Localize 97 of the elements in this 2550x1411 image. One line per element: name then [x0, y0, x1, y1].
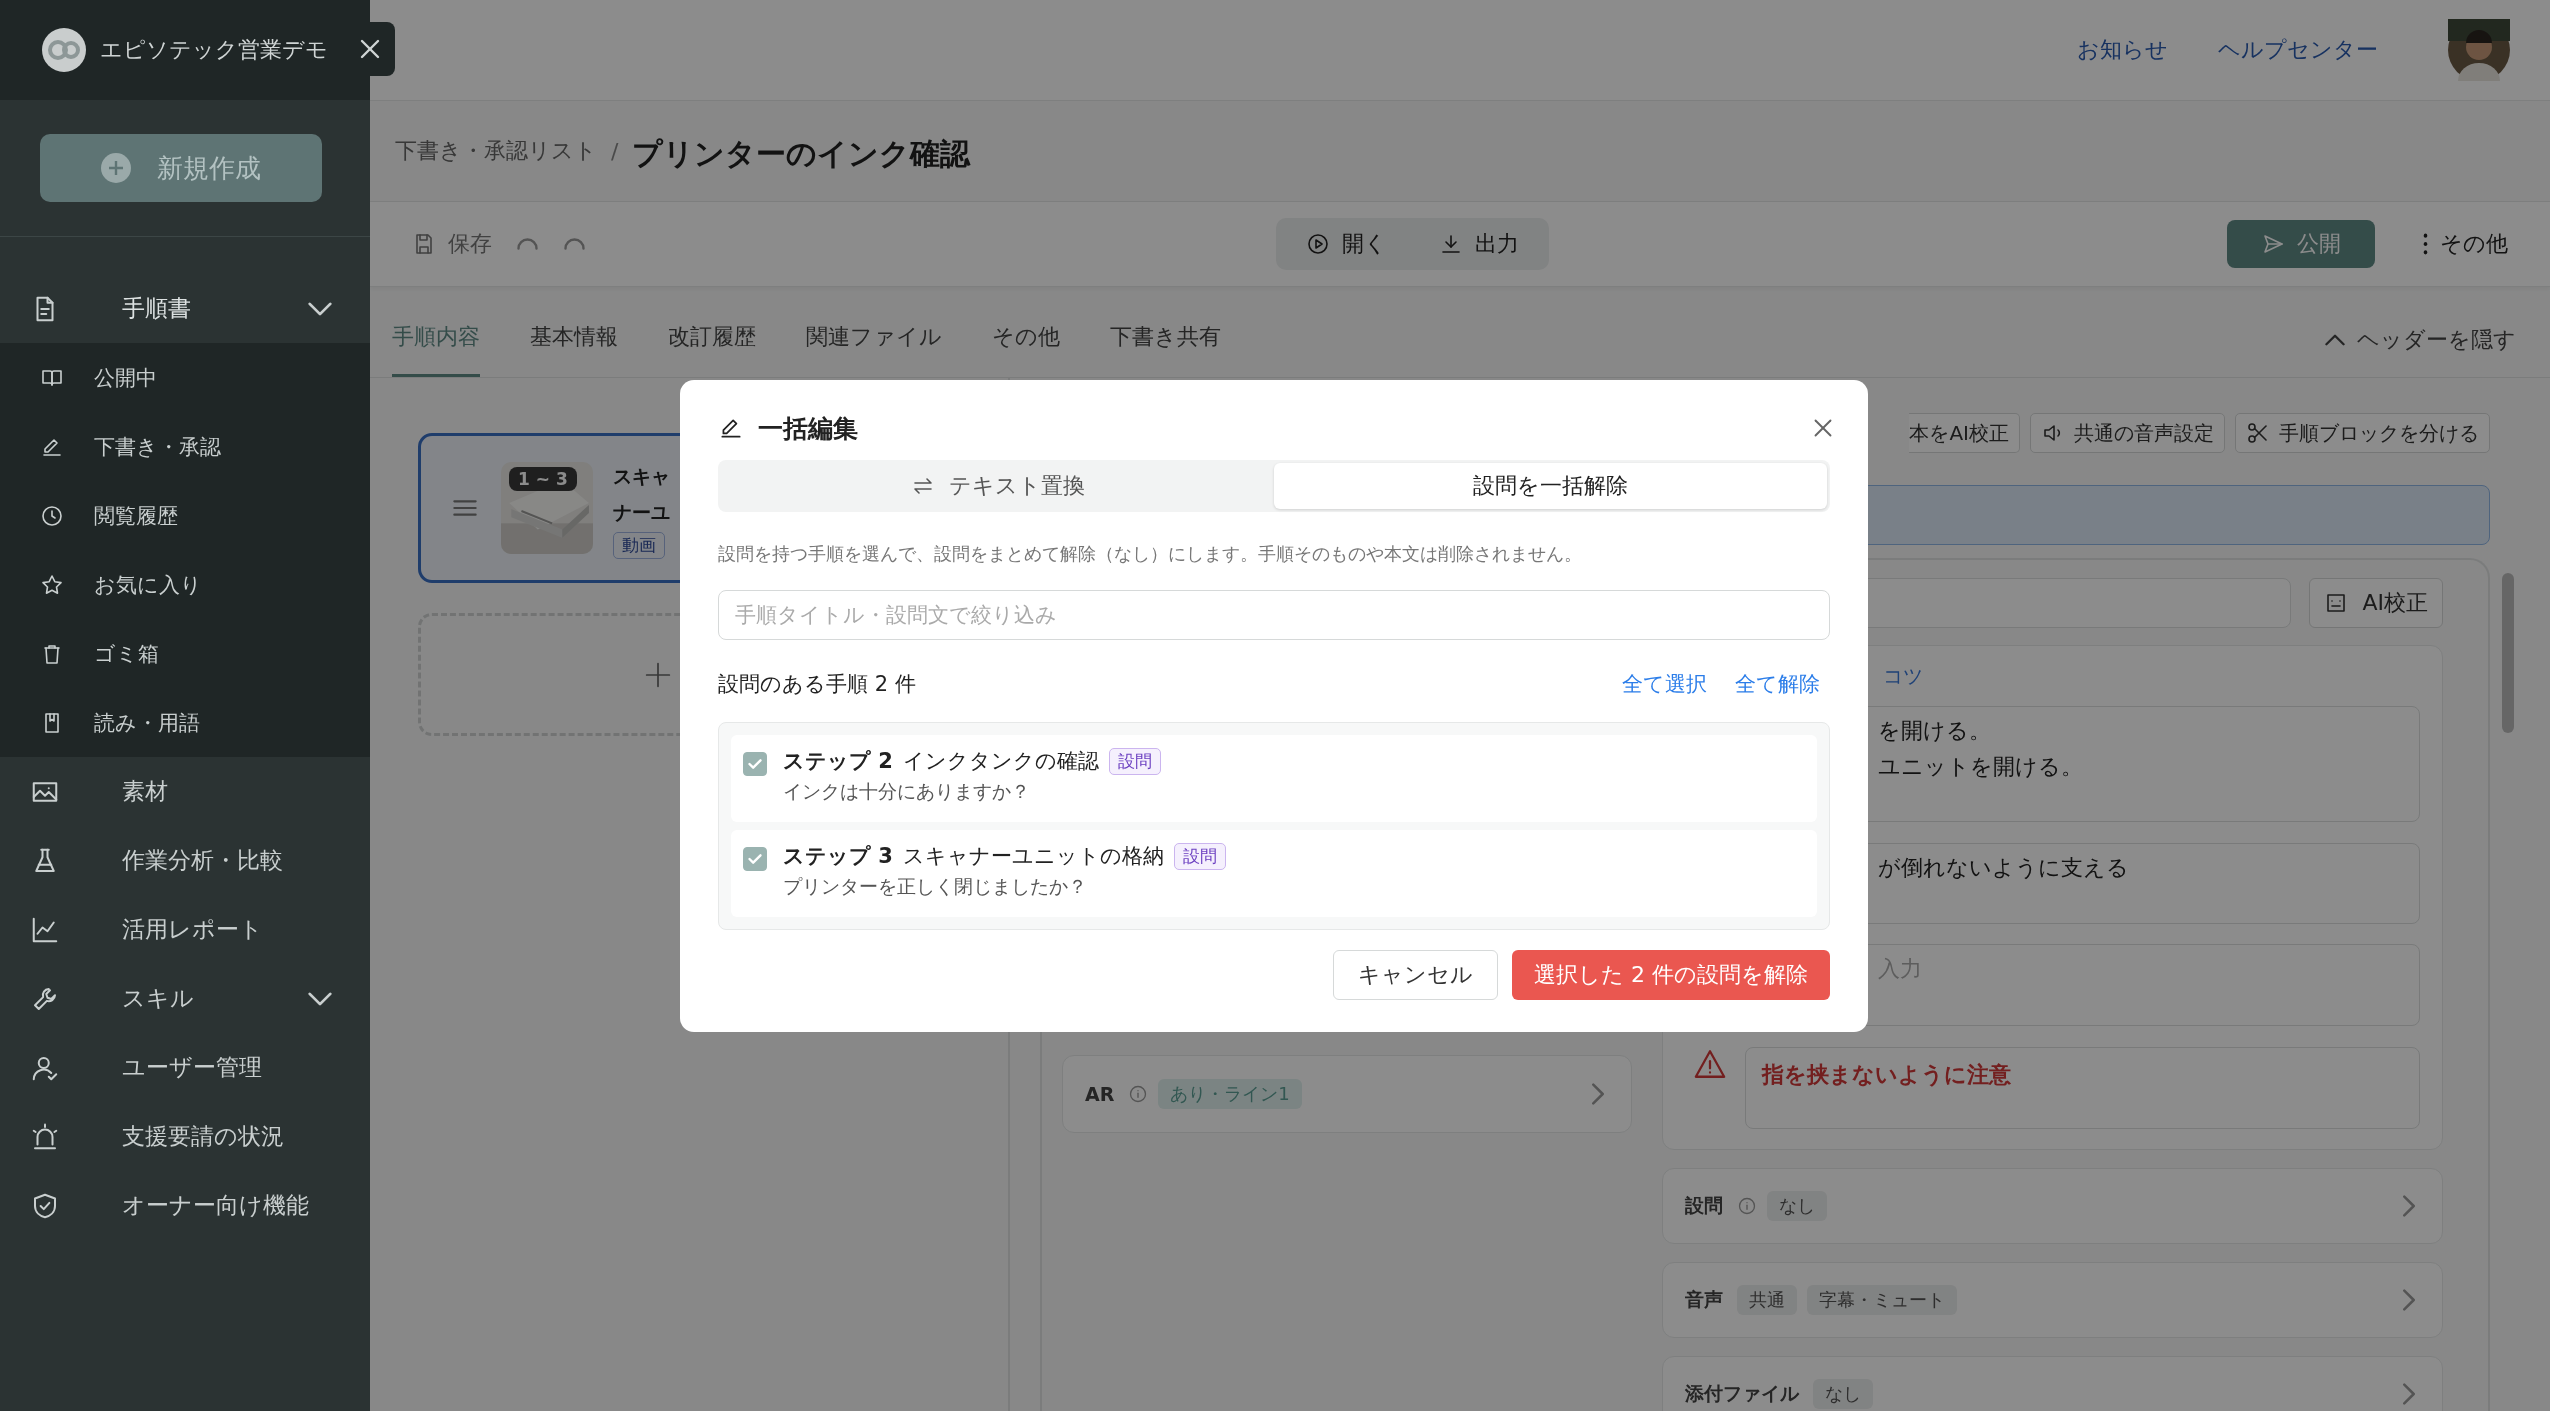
siren-icon [30, 1121, 60, 1152]
plus-circle-icon [101, 153, 131, 183]
publish-button[interactable]: 公開 [2227, 220, 2375, 268]
action-button[interactable]: 共通の音声設定 [2030, 413, 2225, 453]
chevron-up-icon [2325, 334, 2345, 346]
open-button[interactable]: 開く [1294, 218, 1399, 270]
tab[interactable]: その他 [967, 322, 1085, 377]
question-tag: 設問 [1173, 842, 1226, 870]
tab[interactable]: 改訂履歴 [643, 322, 781, 377]
select-all-link[interactable]: 全て選択 [1622, 670, 1707, 698]
setting-row[interactable]: 音声 共通 字幕・ミュート [1662, 1262, 2443, 1338]
breadcrumb-separator: / [611, 138, 619, 164]
submenu-item[interactable]: お気に入り [0, 550, 370, 619]
setting-label: 添付ファイル [1685, 1381, 1799, 1406]
warning-field[interactable]: 指を挟まないように注意 [1745, 1047, 2420, 1129]
menu-item[interactable]: オーナー向け機能 [0, 1171, 370, 1240]
step-title: ナーユ [613, 499, 670, 525]
question-text: プリンターを正しく閉じましたか？ [783, 874, 1088, 899]
star-icon [40, 572, 64, 597]
breadcrumb-link[interactable]: 下書き・承認リスト [395, 136, 597, 166]
tab[interactable]: 関連ファイル [781, 322, 967, 377]
setting-tag: なし [1767, 1191, 1827, 1221]
setting-value: あり・ライン1 [1158, 1079, 1302, 1109]
ar-setting-row[interactable]: AR あり・ライン1 [1062, 1055, 1632, 1133]
logo-icon [42, 28, 86, 72]
setting-label: 設問 [1685, 1193, 1723, 1218]
filter-field[interactable]: 手順タイトル・設問文で絞り込み [718, 590, 1830, 640]
save-button[interactable]: 保存 [400, 218, 504, 270]
checkbox[interactable] [743, 847, 767, 871]
setting-row[interactable]: 添付ファイル なし [1662, 1356, 2443, 1411]
header-link[interactable]: お知らせ [2077, 35, 2168, 65]
menu-item[interactable]: 素材 [0, 757, 370, 826]
action-button[interactable]: 本をAI校正 [1909, 413, 2020, 453]
submenu-item[interactable]: ゴミ箱 [0, 619, 370, 688]
submenu-item[interactable]: 閲覧履歴 [0, 481, 370, 550]
ai-proofread-button[interactable]: AI校正 [2309, 578, 2443, 628]
new-button[interactable]: 新規作成 [40, 134, 322, 202]
result-count: 設問のある手順 2 件 [718, 671, 916, 698]
more-button[interactable]: その他 [2411, 218, 2520, 270]
checkbox[interactable] [743, 752, 767, 776]
menu-item[interactable]: スキル [0, 964, 370, 1033]
text-line: ユニットを開ける。 [1878, 753, 2083, 781]
redo-icon [564, 238, 585, 250]
warning-text: 指を挟まないように注意 [1762, 1062, 2011, 1087]
workspace-name: エピソテック営業デモ [100, 36, 328, 64]
chevron-down-icon [308, 991, 332, 1006]
mode-tab[interactable]: 設問を一括解除 [1274, 463, 1827, 509]
step-row[interactable]: ステップ 2 インクタンクの確認 設問 インクは十分にありますか？ [731, 735, 1817, 822]
info-icon [1737, 1196, 1757, 1216]
question-text: インクは十分にありますか？ [783, 779, 1031, 804]
setting-row[interactable]: 設問 なし [1662, 1168, 2443, 1244]
info-icon [1128, 1084, 1149, 1104]
clock-icon [40, 503, 64, 528]
setting-tag: なし [1813, 1379, 1873, 1409]
step-title: スキャナーユニットの格納 [902, 843, 1164, 870]
setting-tag: 共通 [1737, 1285, 1797, 1315]
menu-item[interactable]: ユーザー管理 [0, 1033, 370, 1102]
setting-label: AR [1085, 1083, 1115, 1105]
header-link[interactable]: ヘルプセンター [2218, 35, 2378, 65]
chevron-down-icon [308, 301, 332, 316]
step-row[interactable]: ステップ 3 スキャナーユニットの格納 設問 プリンターを正しく閉じましたか？ [731, 830, 1817, 917]
step-range-badge: 1 ~ 3 [509, 467, 577, 491]
hide-header-button[interactable]: ヘッダーを隠す [2325, 325, 2528, 377]
undo-icon [517, 238, 538, 250]
download-icon [1439, 232, 1463, 256]
tips-link[interactable]: コツ [1883, 662, 1923, 690]
menu-item[interactable]: 支援要請の状況 [0, 1102, 370, 1171]
submenu-item[interactable]: 下書き・承認 [0, 412, 370, 481]
menu-item[interactable]: 活用レポート [0, 895, 370, 964]
setting-tag: 字幕・ミュート [1807, 1285, 1957, 1315]
deselect-all-link[interactable]: 全て解除 [1735, 670, 1820, 698]
more-icon [2423, 233, 2428, 255]
submenu-item[interactable]: 公開中 [0, 343, 370, 412]
scissors-icon [2246, 421, 2270, 445]
export-button[interactable]: 出力 [1427, 218, 1531, 270]
setting-label: 音声 [1685, 1287, 1723, 1312]
step-title: インクタンクの確認 [902, 748, 1099, 775]
submenu-item[interactable]: 読み・用語 [0, 688, 370, 757]
question-tag: 設問 [1108, 747, 1161, 775]
text-line: を開ける。 [1878, 717, 1991, 745]
tab[interactable]: 手順内容 [392, 322, 480, 377]
step-number: ステップ 2 [783, 748, 893, 775]
confirm-button[interactable]: 選択した 2 件の設問を解除 [1512, 950, 1830, 1000]
action-button[interactable]: 手順ブロックを分ける [2235, 413, 2490, 453]
page-title: プリンターのインク確認 [632, 134, 971, 173]
step-number: ステップ 3 [783, 843, 893, 870]
menu-item[interactable]: 作業分析・比較 [0, 826, 370, 895]
step-title: スキャ [613, 463, 670, 489]
warning-icon [1693, 1047, 1727, 1081]
tab[interactable]: 基本情報 [505, 322, 643, 377]
play-icon [1306, 232, 1330, 256]
send-icon [2261, 232, 2285, 256]
menu-item[interactable]: 手順書 [0, 274, 370, 343]
cancel-button[interactable]: キャンセル [1333, 950, 1498, 1000]
video-tag: 動画 [613, 531, 665, 559]
text-line: が倒れないように支える [1878, 854, 2129, 882]
tab[interactable]: 下書き共有 [1085, 322, 1246, 377]
